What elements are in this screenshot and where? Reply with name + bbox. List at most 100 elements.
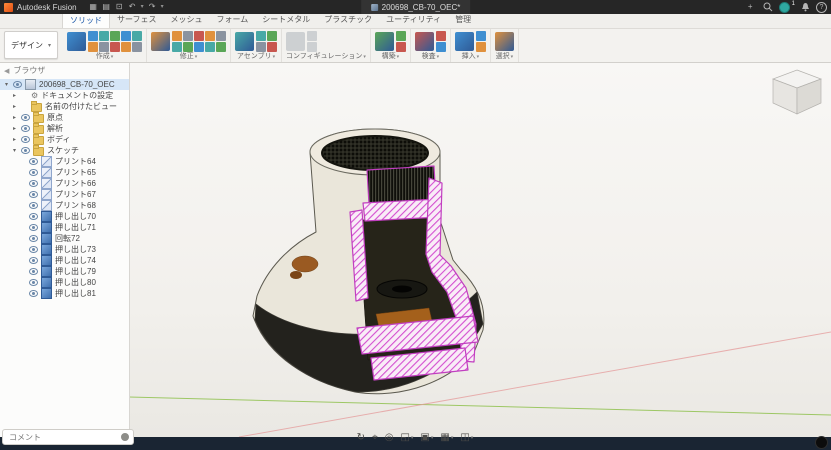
tool-icon[interactable]	[436, 42, 446, 52]
viewports-icon[interactable]: ◫▾	[460, 432, 473, 444]
tool-icon[interactable]	[495, 32, 514, 51]
tool-icon[interactable]	[436, 31, 446, 41]
tree-row[interactable]: ▾200698_CB-70_OEC	[0, 79, 129, 90]
visibility-eye-icon[interactable]	[21, 136, 30, 143]
tree-row[interactable]: プリント65	[0, 167, 129, 178]
tool-icon[interactable]	[151, 32, 170, 51]
comment-send-icon[interactable]	[121, 433, 129, 441]
tool-icon[interactable]	[415, 32, 434, 51]
ribbon-group-label[interactable]: アセンブリ▾	[235, 52, 277, 62]
visibility-eye-icon[interactable]	[21, 147, 30, 154]
ribbon-group-label[interactable]: 挿入▾	[455, 52, 486, 62]
tree-row[interactable]: 押し出し74	[0, 255, 129, 266]
visibility-eye-icon[interactable]	[29, 268, 38, 275]
save-icon[interactable]: ⊡	[113, 0, 126, 14]
ribbon-group-label[interactable]: 構築▾	[375, 52, 406, 62]
tool-icon[interactable]	[183, 42, 193, 52]
tab-1[interactable]: サーフェス	[110, 12, 164, 28]
tool-icon[interactable]	[88, 42, 98, 52]
visibility-eye-icon[interactable]	[29, 257, 38, 264]
tool-icon[interactable]	[67, 32, 86, 51]
status-circle-button[interactable]	[815, 436, 828, 449]
tool-icon[interactable]	[172, 42, 182, 52]
tree-row[interactable]: ▸ボディ	[0, 134, 129, 145]
undo-dropdown-icon[interactable]: ▾	[139, 0, 146, 14]
new-document-button[interactable]: +	[744, 0, 757, 14]
comment-input[interactable]	[7, 432, 118, 443]
visibility-eye-icon[interactable]	[29, 290, 38, 297]
tree-row[interactable]: プリント67	[0, 189, 129, 200]
visibility-eye-icon[interactable]	[29, 202, 38, 209]
tree-row[interactable]: ▸解析	[0, 123, 129, 134]
tool-icon[interactable]	[99, 42, 109, 52]
tool-icon[interactable]	[132, 42, 142, 52]
tool-icon[interactable]	[307, 31, 317, 41]
redo-dropdown-icon[interactable]: ▾	[159, 0, 166, 14]
disclosure-arrow-icon[interactable]: ▸	[11, 136, 18, 143]
tool-icon[interactable]	[396, 42, 406, 52]
tool-icon[interactable]	[256, 42, 266, 52]
disclosure-arrow-icon[interactable]: ▾	[3, 81, 10, 88]
tool-icon[interactable]	[110, 31, 120, 41]
tree-row[interactable]: ▾スケッチ	[0, 145, 129, 156]
tool-icon[interactable]	[256, 31, 266, 41]
tool-icon[interactable]	[205, 31, 215, 41]
fit-icon[interactable]: ◱▾	[400, 432, 413, 444]
tab-5[interactable]: プラスチック	[317, 12, 379, 28]
tab-4[interactable]: シートメタル	[255, 12, 317, 28]
tool-icon[interactable]	[286, 32, 305, 51]
visibility-eye-icon[interactable]	[29, 169, 38, 176]
tool-icon[interactable]	[455, 32, 474, 51]
tool-icon[interactable]	[235, 32, 254, 51]
ribbon-group-label[interactable]: 選択▾	[495, 52, 514, 62]
pan-icon[interactable]: ⌖	[372, 432, 378, 444]
visibility-eye-icon[interactable]	[29, 235, 38, 242]
visibility-eye-icon[interactable]	[13, 81, 22, 88]
tool-icon[interactable]	[194, 31, 204, 41]
tool-icon[interactable]	[205, 42, 215, 52]
tool-icon[interactable]	[267, 42, 277, 52]
ribbon-group-label[interactable]: 修正▾	[151, 52, 226, 62]
visibility-eye-icon[interactable]	[29, 224, 38, 231]
tool-icon[interactable]	[194, 42, 204, 52]
tree-row[interactable]: 押し出し79	[0, 266, 129, 277]
tree-row[interactable]: 押し出し73	[0, 244, 129, 255]
disclosure-arrow-icon[interactable]: ▾	[11, 147, 18, 154]
view-cube[interactable]	[773, 70, 821, 114]
visibility-eye-icon[interactable]	[29, 279, 38, 286]
disclosure-arrow-icon[interactable]: ▸	[11, 103, 18, 110]
panel-collapse-icon[interactable]: ◀	[4, 67, 9, 75]
tab-2[interactable]: メッシュ	[164, 12, 210, 28]
tab-6[interactable]: ユーティリティ	[379, 12, 448, 28]
tab-0[interactable]: ソリッド	[62, 12, 110, 28]
tree-row[interactable]: ▸原点	[0, 112, 129, 123]
tree-row[interactable]: 押し出し70	[0, 211, 129, 222]
ribbon-group-label[interactable]: コンフィギュレーション▾	[286, 52, 366, 62]
tree-row[interactable]: 押し出し81	[0, 288, 129, 299]
tool-icon[interactable]	[307, 42, 317, 52]
grid-settings-icon[interactable]: ▦▾	[440, 432, 453, 444]
tab-3[interactable]: フォーム	[210, 12, 256, 28]
viewport-3d[interactable]	[129, 62, 831, 437]
tool-icon[interactable]	[476, 31, 486, 41]
help-icon[interactable]: ?	[816, 2, 827, 13]
tool-icon[interactable]	[121, 42, 131, 52]
tree-row[interactable]: 回転72	[0, 233, 129, 244]
tool-icon[interactable]	[88, 31, 98, 41]
tool-icon[interactable]	[216, 42, 226, 52]
tree-row[interactable]: 押し出し71	[0, 222, 129, 233]
tool-icon[interactable]	[375, 32, 394, 51]
visibility-eye-icon[interactable]	[21, 114, 30, 121]
document-tab[interactable]: 200698_CB-70_OEC*	[361, 0, 471, 14]
display-settings-icon[interactable]: ▣▾	[420, 432, 433, 444]
tool-icon[interactable]	[132, 31, 142, 41]
tool-icon[interactable]	[216, 31, 226, 41]
zoom-icon[interactable]: ◎	[385, 432, 394, 444]
tree-row[interactable]: プリント68	[0, 200, 129, 211]
file-menu-icon[interactable]: ▤	[100, 0, 113, 14]
tree-row[interactable]: ▸名前の付けたビュー	[0, 101, 129, 112]
tab-7[interactable]: 管理	[448, 12, 478, 28]
visibility-eye-icon[interactable]	[29, 246, 38, 253]
visibility-eye-icon[interactable]	[29, 191, 38, 198]
tree-row[interactable]: ▸⚙ドキュメントの設定	[0, 90, 129, 101]
